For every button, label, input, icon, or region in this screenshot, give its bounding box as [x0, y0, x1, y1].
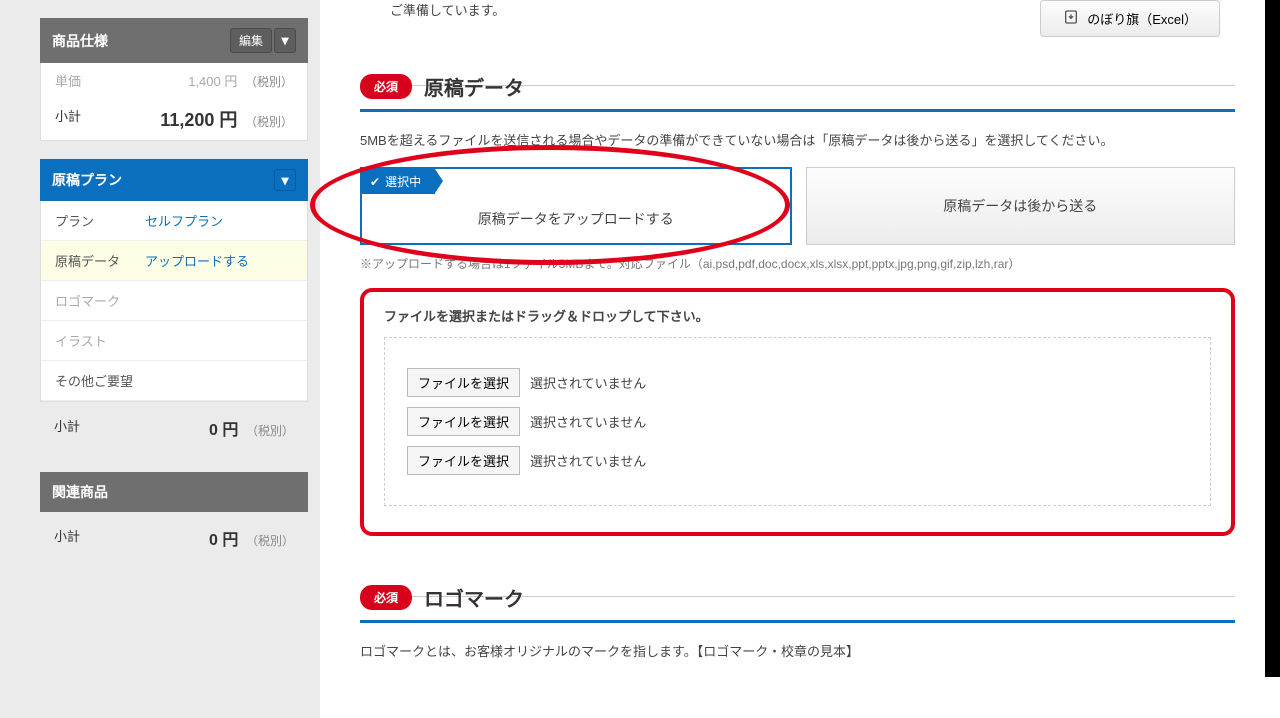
plan-row-key: ロゴマーク: [55, 291, 145, 310]
spec-subtotal-value: 11,200 円: [160, 110, 237, 130]
chevron-down-icon: ▾: [281, 172, 288, 189]
section-logomark: 必須 ロゴマーク ロゴマークとは、お客様オリジナルのマークを指します。【ロゴマー…: [360, 596, 1235, 660]
option-later-label: 原稿データは後から送る: [943, 196, 1097, 216]
dropzone-highlight-box: ファイルを選択またはドラッグ＆ドロップして下さい。 ファイルを選択 選択されてい…: [360, 288, 1235, 536]
required-badge: 必須: [360, 585, 412, 610]
spec-subtotal-row: 小計 11,200 円 （税別）: [41, 98, 307, 140]
spec-unit-value: 1,400 円: [188, 74, 237, 89]
file-status: 選択されていません: [530, 451, 646, 470]
plan-subtotal-row: 小計 0 円 （税別）: [40, 402, 308, 454]
main-content: ご準備しています。 のぼり旗（Excel） 必須 原稿データ 5MBを超えるファ…: [320, 0, 1280, 718]
section-title-manuscript: 原稿データ: [424, 72, 524, 101]
section-divider: [360, 109, 1235, 112]
sidebar-spec-block: 商品仕様 編集 ▾ 単価 1,400 円 （税別） 小計: [40, 18, 308, 141]
related-subtotal-label: 小計: [54, 526, 80, 550]
plan-chevron-button[interactable]: ▾: [274, 169, 296, 191]
upload-option-row: ✔ 選択中 原稿データをアップロードする 原稿データは後から送る: [360, 167, 1235, 245]
related-subtotal-value: 0 円: [209, 532, 238, 549]
section-desc-manuscript: 5MBを超えるファイルを送信される場合やデータの準備ができていない場合は「原稿デ…: [360, 130, 1235, 149]
dropzone[interactable]: ファイルを選択 選択されていません ファイルを選択 選択されていません ファイル…: [384, 337, 1211, 506]
section-title-logomark: ロゴマーク: [424, 583, 524, 612]
plan-row-key: イラスト: [55, 331, 145, 350]
spec-unit-tax: （税別）: [245, 75, 293, 89]
sidebar-plan-header: 原稿プラン ▾: [40, 159, 308, 201]
spec-unit-label: 単価: [55, 71, 81, 90]
check-icon: ✔: [370, 175, 380, 189]
option-upload-later[interactable]: 原稿データは後から送る: [806, 167, 1236, 245]
sidebar: 商品仕様 編集 ▾ 単価 1,400 円 （税別） 小計: [0, 0, 320, 718]
plan-row-plan[interactable]: プラン セルフプラン: [41, 201, 307, 241]
file-row-2: ファイルを選択 選択されていません: [407, 407, 1188, 436]
plan-row-key: 原稿データ: [55, 251, 145, 270]
spec-chevron-button[interactable]: ▾: [274, 28, 296, 53]
sidebar-spec-header: 商品仕様 編集 ▾: [40, 18, 308, 63]
chevron-down-icon: ▾: [281, 32, 288, 49]
spec-subtotal-label: 小計: [55, 106, 81, 132]
sidebar-related-block: 関連商品 小計 0 円 （税別）: [40, 472, 308, 564]
plan-row-illust[interactable]: イラスト: [41, 321, 307, 361]
file-row-3: ファイルを選択 選択されていません: [407, 446, 1188, 475]
download-icon: [1063, 9, 1079, 28]
upload-filetype-note: ※アップロードする場合は1ファイル5MBまで。対応ファイル（ai,psd,pdf…: [360, 255, 1235, 272]
download-excel-button[interactable]: のぼり旗（Excel）: [1040, 0, 1220, 37]
plan-subtotal-value: 0 円: [209, 422, 238, 439]
sidebar-related-header: 関連商品: [40, 472, 308, 512]
option-upload-now[interactable]: ✔ 選択中 原稿データをアップロードする: [360, 167, 792, 245]
plan-row-logo[interactable]: ロゴマーク: [41, 281, 307, 321]
selected-tag-label: 選択中: [385, 173, 421, 190]
file-status: 選択されていません: [530, 373, 646, 392]
download-excel-label: のぼり旗（Excel）: [1087, 9, 1197, 28]
selected-tag: ✔ 選択中: [362, 169, 435, 194]
required-badge: 必須: [360, 74, 412, 99]
plan-row-key: プラン: [55, 211, 145, 230]
sidebar-plan-title: 原稿プラン: [52, 170, 122, 190]
plan-row-value: セルフプラン: [145, 211, 223, 230]
file-row-1: ファイルを選択 選択されていません: [407, 368, 1188, 397]
plan-row-data[interactable]: 原稿データ アップロードする: [41, 241, 307, 281]
option-upload-label: 原稿データをアップロードする: [478, 209, 674, 229]
file-select-button[interactable]: ファイルを選択: [407, 368, 520, 397]
plan-subtotal-tax: （税別）: [246, 424, 294, 438]
plan-row-other[interactable]: その他ご要望: [41, 361, 307, 401]
sidebar-plan-list: プラン セルフプラン 原稿データ アップロードする ロゴマーク イラスト その他…: [40, 201, 308, 402]
plan-row-value: アップロードする: [145, 251, 249, 270]
plan-subtotal-label: 小計: [54, 416, 80, 440]
plan-row-key: その他ご要望: [55, 371, 133, 390]
file-select-button[interactable]: ファイルを選択: [407, 446, 520, 475]
dropzone-title: ファイルを選択またはドラッグ＆ドロップして下さい。: [384, 306, 1211, 325]
file-select-button[interactable]: ファイルを選択: [407, 407, 520, 436]
section-manuscript-data: 必須 原稿データ 5MBを超えるファイルを送信される場合やデータの準備ができてい…: [360, 85, 1235, 536]
sidebar-plan-block: 原稿プラン ▾ プラン セルフプラン 原稿データ アップロードする ロゴマーク: [40, 159, 308, 454]
section-divider: [360, 620, 1235, 623]
spec-subtotal-tax: （税別）: [245, 115, 293, 129]
sidebar-related-title: 関連商品: [52, 482, 108, 502]
file-status: 選択されていません: [530, 412, 646, 431]
sidebar-spec-title: 商品仕様: [52, 31, 108, 51]
related-subtotal-tax: （税別）: [246, 534, 294, 548]
related-subtotal-row: 小計 0 円 （税別）: [40, 512, 308, 564]
section-desc-logomark: ロゴマークとは、お客様オリジナルのマークを指します。【ロゴマーク・校章の見本】: [360, 641, 1235, 660]
spec-unit-row: 単価 1,400 円 （税別）: [41, 63, 307, 98]
spec-edit-button[interactable]: 編集: [230, 28, 272, 53]
